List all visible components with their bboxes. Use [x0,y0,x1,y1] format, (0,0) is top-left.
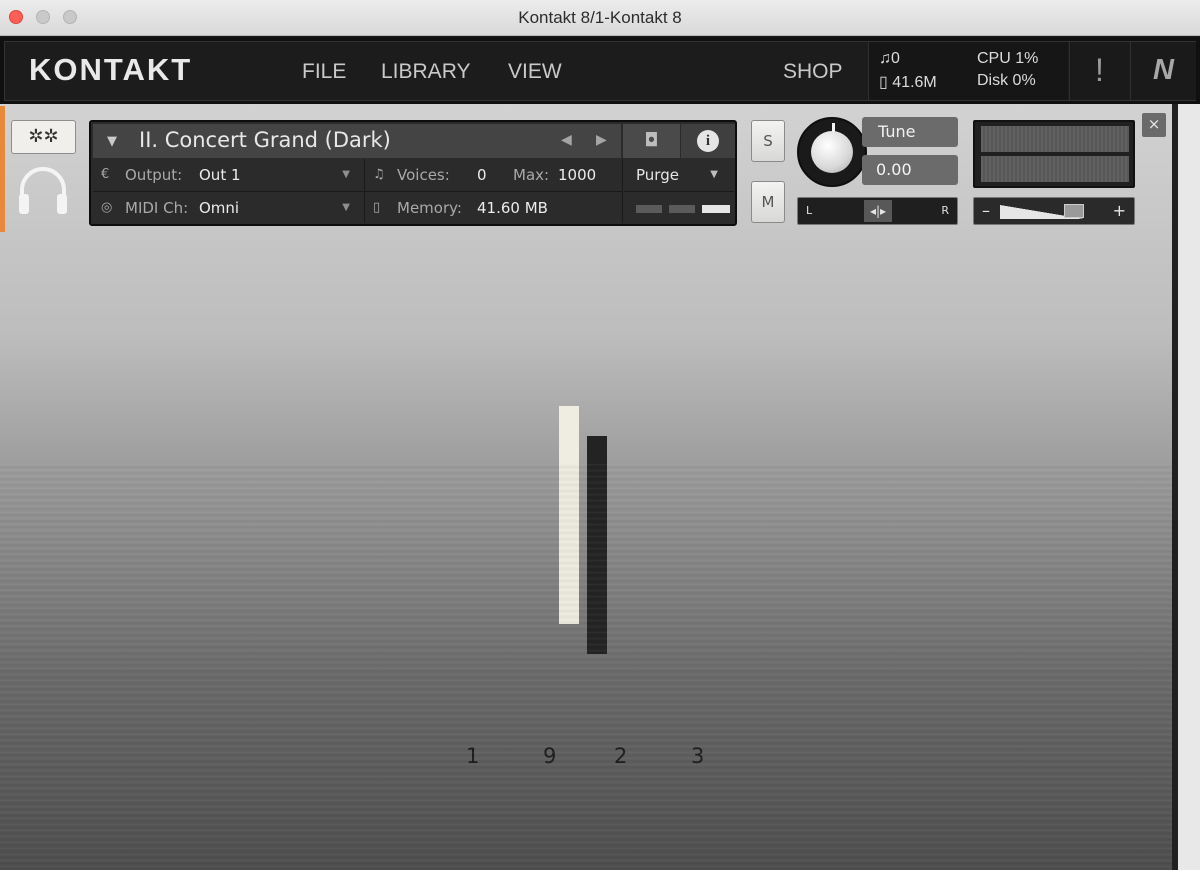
memory-value: 41.60 MB [477,199,548,217]
purge-segment [702,205,730,213]
memory-icon: ▯ [879,74,888,91]
kontakt-header: KONTAKT FILE LIBRARY VIEW SHOP ♫0 ▯ 41.6… [0,37,1200,104]
close-instrument-button[interactable]: × [1142,113,1166,137]
output-value: Out 1 [199,166,241,184]
disk-usage: Disk 0% [977,72,1036,89]
voice-count: ♫0 [879,50,900,67]
voices-value: 0 [477,166,487,184]
info-button[interactable]: i [681,124,735,158]
midi-label: MIDI Ch: [125,199,189,217]
snapshot-camera-button[interactable]: ◘ [622,124,680,158]
volume-slider[interactable]: – + [973,197,1135,225]
ni-logo-button[interactable]: N [1130,42,1196,100]
volume-handle[interactable] [1064,204,1084,218]
pan-center-handle[interactable]: ◂|▸ [864,200,892,222]
midi-channel-selector[interactable]: ◎ MIDI Ch: Omni ▼ [93,191,365,223]
headphone-icon[interactable] [14,160,72,218]
voices-display: ♫ Voices: 0 Max: 1000 [365,159,623,191]
artwork-number: 3 [691,744,705,768]
level-meter-left [981,126,1129,152]
instrument-stage: ✲✲ ▼ II. Concert Grand (Dark) ◀ ▶ ◘ i € … [0,104,1172,870]
purge-indicator [624,191,734,223]
next-instrument-icon[interactable]: ▶ [596,132,607,148]
midi-icon: ◎ [101,200,113,215]
performance-stats: ♫0 ▯ 41.6M CPU 1% Disk 0% [868,42,1068,100]
output-icon: € [101,167,110,182]
memory-icon: ▯ [373,200,381,215]
instrument-row-2: ◎ MIDI Ch: Omni ▼ ▯ Memory: 41.60 MB [93,191,734,223]
solo-button[interactable]: S [751,120,785,162]
artwork-number: 2 [614,744,628,768]
purge-menu[interactable]: Purge ▼ [624,159,734,191]
menu-view[interactable]: VIEW [508,60,562,84]
previous-instrument-icon[interactable]: ◀ [561,132,572,148]
scroll-track[interactable] [1172,104,1178,870]
pan-left-label: L [806,204,813,217]
kontakt-logo: KONTAKT [29,52,193,87]
output-selector[interactable]: € Output: Out 1 ▼ [93,159,365,191]
alert-button[interactable]: ! [1069,42,1129,100]
window-titlebar: Kontakt 8/1-Kontakt 8 [0,0,1200,36]
instrument-edit-button[interactable]: ✲✲ [11,120,76,154]
memory-display: ▯ Memory: 41.60 MB [365,191,623,223]
level-meter-right [981,156,1129,182]
info-icon: i [697,130,719,152]
chevron-down-icon: ▼ [342,202,350,213]
memory-usage: ▯ 41.6M [879,74,937,91]
tune-label: Tune [862,117,958,147]
wrench-icon: ✲✲ [28,126,59,147]
cpu-usage: CPU 1% [977,50,1039,67]
artwork-number: 9 [543,744,557,768]
voices-icon: ♫ [373,167,385,182]
purge-segment [669,205,695,213]
purge-segment [636,205,662,213]
volume-plus-label: + [1112,201,1126,220]
instrument-menu-caret-icon[interactable]: ▼ [107,134,117,149]
tune-value[interactable]: 0.00 [862,155,958,185]
vertical-scrollbar[interactable] [1172,104,1200,870]
mute-button[interactable]: M [751,181,785,223]
instrument-row-1: € Output: Out 1 ▼ ♫ Voices: 0 Max: 1000 … [93,159,733,191]
artwork-bar-light [559,406,579,624]
tune-knob-cap [811,131,853,173]
note-icon: ♫ [879,50,891,67]
instrument-header-panel: ▼ II. Concert Grand (Dark) ◀ ▶ ◘ i € Out… [89,120,737,226]
instrument-name[interactable]: II. Concert Grand (Dark) [139,128,391,152]
output-level-meters [973,120,1135,188]
pan-slider[interactable]: L ◂|▸ R [797,197,958,225]
max-voices-value[interactable]: 1000 [558,159,596,191]
instrument-name-row[interactable]: ▼ II. Concert Grand (Dark) ◀ ▶ [93,124,621,158]
volume-minus-label: – [982,201,990,220]
purge-label: Purge [636,166,679,184]
chevron-down-icon: ▼ [342,169,350,180]
voices-label: Voices: [397,166,450,184]
window-title: Kontakt 8/1-Kontakt 8 [518,8,682,27]
artwork-bar-dark [587,436,607,654]
selected-accent-bar [0,106,5,232]
midi-value: Omni [199,199,240,217]
menu-library[interactable]: LIBRARY [381,60,471,84]
tune-knob-indicator [832,123,835,132]
menu-file[interactable]: FILE [302,60,346,84]
pan-right-label: R [941,204,949,217]
camera-icon: ◘ [644,130,659,151]
memory-label: Memory: [397,199,462,217]
menu-shop[interactable]: SHOP [783,60,843,84]
tune-knob[interactable] [797,117,867,187]
output-label: Output: [125,166,183,184]
max-voices-label: Max: [513,166,550,184]
artwork-number: 1 [466,744,480,768]
chevron-down-icon: ▼ [710,169,718,180]
